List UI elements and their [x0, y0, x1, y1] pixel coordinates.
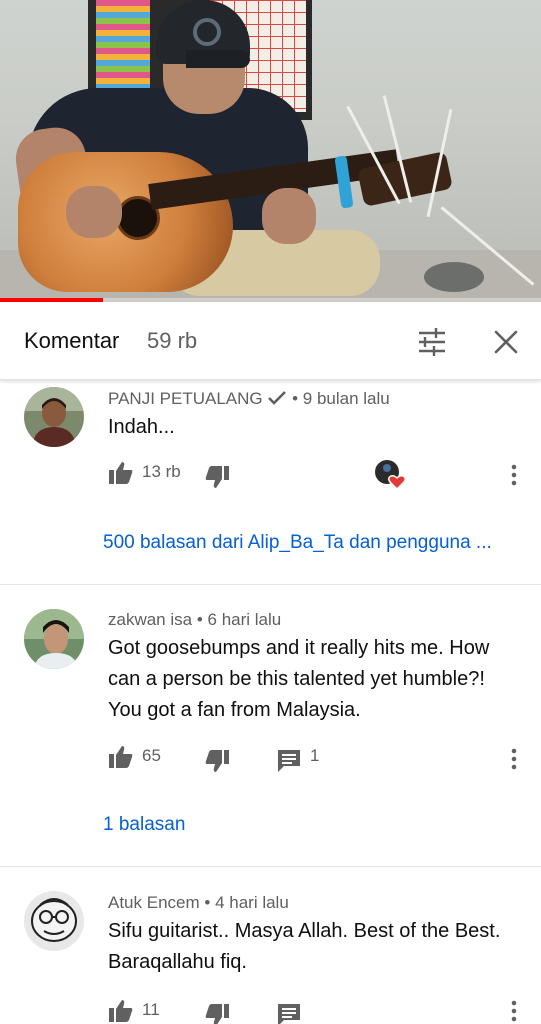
comment-divider [0, 866, 541, 867]
comment-meta: PANJI PETUALANG • 9 bulan lalu [108, 389, 390, 409]
avatar[interactable] [24, 891, 84, 951]
comment-meta: Atuk Encem • 4 hari lalu [108, 893, 289, 913]
sort-filter-icon[interactable] [414, 324, 450, 360]
comment-actions: 65 1 [108, 740, 528, 774]
comments-count: 59 rb [147, 328, 198, 353]
avatar[interactable] [24, 609, 84, 669]
reply-icon[interactable] [276, 1002, 302, 1024]
comment-time: • 6 hari lalu [196, 610, 282, 629]
dislike-icon[interactable] [204, 1002, 230, 1024]
comments-header: Komentar 59 rb [0, 302, 541, 380]
comment-text: Indah... [108, 416, 175, 438]
comment-text: Sifu guitarist.. Masya Allah. Best of th… [108, 920, 501, 973]
avatar[interactable] [24, 387, 84, 447]
more-options-icon[interactable] [504, 746, 524, 772]
more-options-icon[interactable] [504, 998, 524, 1024]
close-icon[interactable] [488, 324, 524, 360]
comments-title: Komentar [24, 328, 120, 353]
comment-divider [0, 584, 541, 585]
comment-meta: zakwan isa • 6 hari lalu [108, 610, 281, 630]
dislike-icon[interactable] [204, 748, 230, 774]
like-count: 13 rb [142, 462, 181, 481]
comment-time: • 4 hari lalu [204, 893, 289, 912]
verified-check-icon [268, 391, 287, 405]
comment-actions: 13 rb [108, 456, 528, 490]
creator-heart-icon [375, 460, 407, 491]
reply-icon[interactable] [276, 748, 302, 774]
like-icon[interactable] [108, 744, 134, 770]
more-options-icon[interactable] [504, 462, 524, 488]
view-replies-link[interactable]: 1 balasan [103, 814, 523, 836]
like-count: 65 [142, 746, 161, 765]
video-player[interactable] [0, 0, 541, 302]
comment-time: • 9 bulan lalu [292, 389, 390, 408]
like-count: 11 [142, 1000, 160, 1019]
comment-author[interactable]: zakwan isa [108, 610, 192, 629]
like-icon[interactable] [108, 998, 134, 1024]
comment-actions: 11 [108, 994, 528, 1024]
reply-count: 1 [310, 746, 320, 765]
comment-text: Got goosebumps and it really hits me. Ho… [108, 637, 490, 721]
dislike-icon[interactable] [204, 464, 230, 490]
comment-author[interactable]: PANJI PETUALANG [108, 389, 263, 408]
comment-author[interactable]: Atuk Encem [108, 893, 200, 912]
like-icon[interactable] [108, 460, 134, 486]
view-replies-link[interactable]: 500 balasan dari Alip_Ba_Ta dan pengguna… [103, 532, 523, 554]
